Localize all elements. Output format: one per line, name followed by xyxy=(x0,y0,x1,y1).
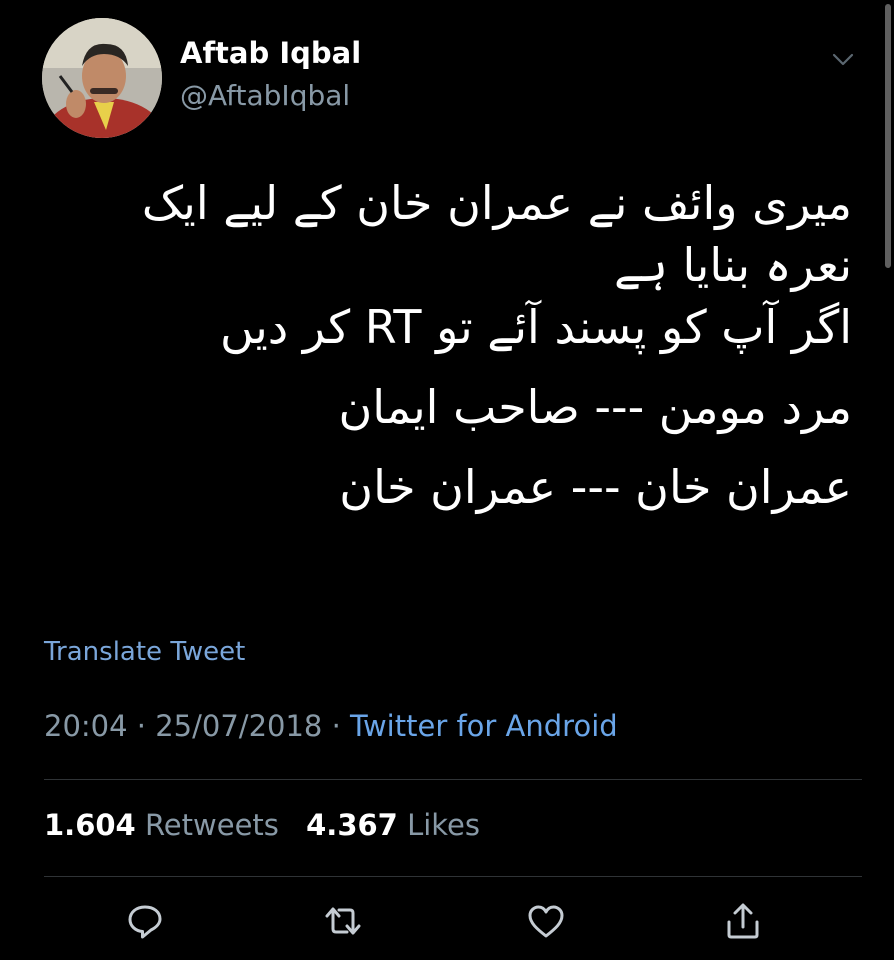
tweet-line: عمران خان --- عمران خان xyxy=(339,460,852,514)
tweet-stats: 1.604 Retweets 4.367 Likes xyxy=(44,808,480,842)
action-bar xyxy=(0,896,894,952)
retweets-count[interactable]: 1.604 xyxy=(44,808,136,842)
meta-separator: · xyxy=(331,709,341,743)
retweet-icon[interactable] xyxy=(318,896,368,946)
tweet-line: میری وائف نے عمران خان کے لیے ایک xyxy=(141,176,852,230)
tweet-meta: 20:04 · 25/07/2018 · Twitter for Android xyxy=(44,709,618,743)
tweet-date: 25/07/2018 xyxy=(155,709,323,743)
tweet-time: 20:04 xyxy=(44,709,128,743)
tweet-text: میری وائف نے عمران خان کے لیے ایک نعرہ ب… xyxy=(32,172,852,518)
tweet-line: نعرہ بنایا ہے xyxy=(614,238,852,292)
tweet-source-link[interactable]: Twitter for Android xyxy=(350,709,618,743)
share-icon[interactable] xyxy=(718,896,768,946)
reply-icon[interactable] xyxy=(120,896,170,946)
tweet-line: مرد مومن --- صاحب ایمان xyxy=(338,380,852,434)
display-name[interactable]: Aftab Iqbal xyxy=(180,36,361,70)
user-handle[interactable]: @AftabIqbal xyxy=(180,79,350,112)
meta-separator: · xyxy=(136,709,147,743)
likes-count[interactable]: 4.367 xyxy=(306,808,398,842)
likes-label[interactable]: Likes xyxy=(407,808,480,842)
tweet-header: Aftab Iqbal @AftabIqbal xyxy=(42,18,862,138)
chevron-down-icon[interactable] xyxy=(830,46,856,72)
avatar[interactable] xyxy=(42,18,162,138)
translate-tweet-link[interactable]: Translate Tweet xyxy=(44,637,245,667)
retweets-label[interactable]: Retweets xyxy=(145,808,279,842)
divider xyxy=(44,876,862,877)
scrollbar[interactable] xyxy=(885,4,891,268)
divider xyxy=(44,779,862,780)
tweet-line: اگر آپ کو پسند آئے تو RT کر دیں xyxy=(219,300,852,354)
heart-icon[interactable] xyxy=(521,896,571,946)
